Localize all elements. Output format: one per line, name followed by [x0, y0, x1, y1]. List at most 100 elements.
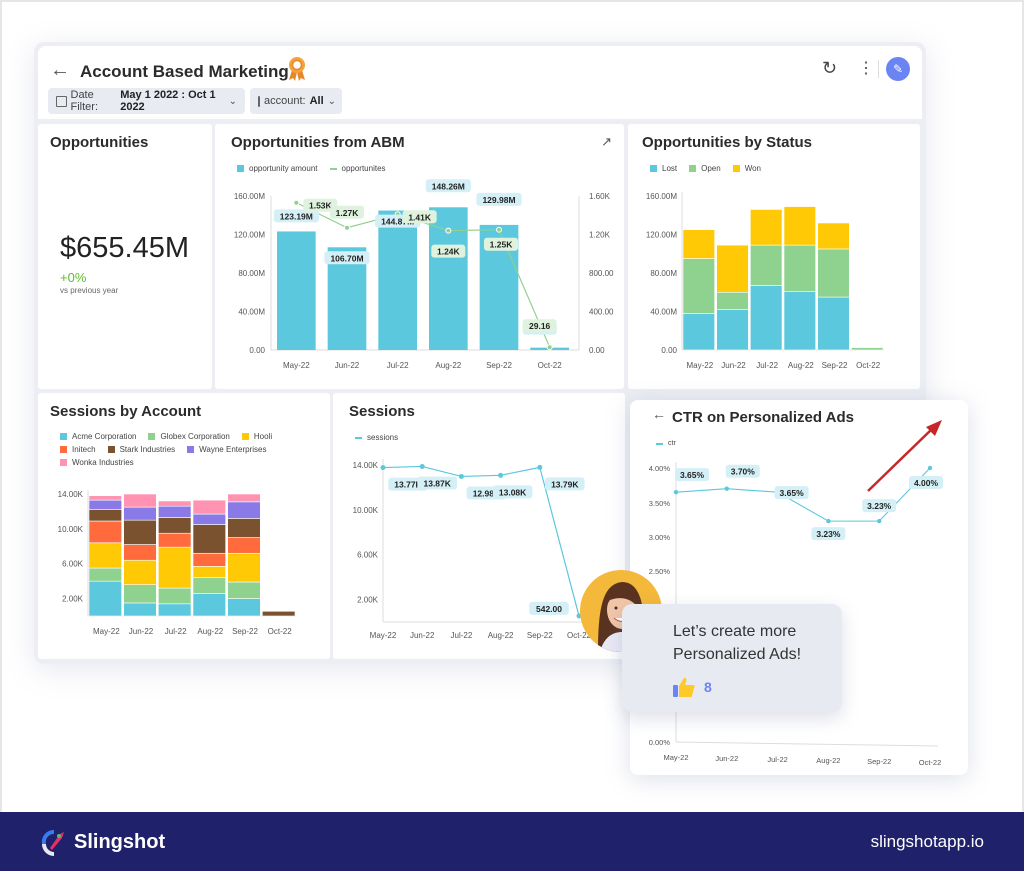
bar-segment: [123, 584, 157, 604]
y-tick-label: 6.00K: [357, 551, 379, 560]
x-tick-label: Sep-22: [867, 757, 891, 766]
y-right-tick-label: 1.60K: [589, 192, 611, 201]
bar-segment: [88, 542, 122, 569]
divider: [878, 60, 879, 78]
bar-segment: [817, 248, 850, 298]
chart-sessions-by-account: 2.00K 6.00K 10.00K 14.00K May-22 Jun-22 Jul-22…: [58, 490, 296, 636]
bar-segment: [682, 313, 715, 351]
bar-segment: [682, 258, 715, 314]
bar-segment: [158, 587, 192, 605]
data-label: 1.53K: [309, 201, 333, 211]
bar-segment: [158, 532, 192, 548]
x-tick-label: May-22: [370, 631, 397, 640]
account-filter-label: account:: [264, 95, 306, 107]
bar-segment: [123, 544, 157, 561]
more-options-icon[interactable]: ⋮: [858, 58, 874, 78]
line-point: [826, 518, 831, 524]
footer: Slingshot slingshotapp.io: [0, 812, 1024, 871]
x-tick-label: Jul-22: [451, 631, 473, 640]
y-tick-label: 4.00%: [649, 464, 671, 473]
bar-segment: [192, 577, 226, 594]
chart-card-opportunities-abm[interactable]: Opportunities from ABM ↗ opportunity amo…: [215, 124, 624, 389]
edit-button[interactable]: ✎: [886, 57, 910, 81]
bar-segment: [192, 593, 226, 617]
data-label: 3.23%: [867, 501, 892, 511]
account-filter-button[interactable]: account: All ⌄: [250, 88, 342, 114]
y-tick-label: 2.50%: [649, 567, 671, 576]
x-tick-label: Jul-22: [756, 361, 778, 370]
refresh-icon[interactable]: ↻: [822, 58, 837, 79]
pencil-icon: ✎: [892, 62, 904, 76]
chart-opportunities-abm: 0.00 40.00M 80.00M 120.00M 160.00M 0.00 400.00…: [234, 179, 614, 370]
comment-bubble[interactable]: Let’s create more Personalized Ads! 8: [622, 604, 842, 712]
line-point: [445, 227, 452, 234]
bar-segment: [123, 602, 157, 617]
chart-card-opportunities-status[interactable]: Opportunities by Status Lost Open Won 0.…: [628, 124, 920, 389]
line-point: [537, 464, 543, 470]
bar-segment: [227, 537, 261, 554]
data-label: 3.23%: [816, 529, 841, 539]
bar-segment: [192, 566, 226, 578]
x-tick-label: Jul-22: [165, 627, 187, 636]
x-tick-label: Sep-22: [232, 627, 258, 636]
kpi-card-opportunities[interactable]: Opportunities $655.45M +0% vs previous y…: [38, 124, 212, 389]
y-tick-label: 0.00: [249, 346, 265, 355]
y-tick-label: 10.00K: [353, 506, 379, 515]
date-filter-value: May 1 2022 : Oct 1 2022: [120, 89, 216, 113]
data-label: 1.41K: [408, 212, 432, 222]
brand-logo[interactable]: Slingshot: [40, 828, 165, 856]
x-tick-label: Aug-22: [488, 631, 514, 640]
like-button[interactable]: 8: [672, 676, 712, 698]
data-label: 13.87K: [423, 478, 451, 488]
line-point: [293, 199, 300, 206]
website-link[interactable]: slingshotapp.io: [871, 832, 984, 852]
bar-segment: [817, 296, 850, 351]
bar-segment: [88, 509, 122, 522]
bar-segment: [817, 222, 850, 250]
bar-segment: [716, 291, 749, 310]
y-right-tick-label: 0.00: [589, 346, 605, 355]
back-arrow-icon[interactable]: ←: [50, 59, 70, 82]
bar-segment: [851, 347, 884, 351]
x-tick-label: Aug-22: [788, 361, 814, 370]
bar-segment: [750, 244, 783, 286]
chart-card-sessions-by-account[interactable]: Sessions by Account Acme Corporation Glo…: [38, 393, 330, 659]
y-tick-label: 0.00%: [649, 738, 671, 747]
date-filter-label: Date Filter:: [70, 89, 99, 113]
bar-segment: [192, 513, 226, 525]
dashboard-header: ← Account Based Marketing Date Filter: M…: [38, 46, 922, 119]
y-tick-label: 0.00: [661, 346, 677, 355]
slingshot-logo-icon: [41, 830, 64, 856]
x-tick-label: Oct-22: [538, 361, 563, 370]
x-tick-label: Aug-22: [435, 361, 461, 370]
bar-segment: [783, 244, 816, 292]
bar-segment: [192, 552, 226, 567]
x-tick-label: Oct-22: [856, 361, 881, 370]
y-tick-label: 14.00K: [353, 461, 379, 470]
y-tick-label: 10.00K: [58, 525, 84, 534]
bar-segment: [158, 517, 192, 534]
page-title: Account Based Marketing: [80, 62, 289, 81]
x-tick-label: Aug-22: [197, 627, 223, 636]
line-point: [673, 489, 679, 495]
x-tick-label: Jun-22: [721, 361, 746, 370]
bar-segment: [88, 567, 122, 582]
bar-segment: [123, 493, 157, 508]
bar-segment: [716, 244, 749, 293]
data-label: 13.79K: [551, 479, 579, 489]
x-tick-label: Jul-22: [387, 361, 409, 370]
bar-segment: [192, 499, 226, 515]
chart-opportunities-status: 0.00 40.00M 80.00M 120.00M 160.00M May-22 Jun-…: [646, 192, 884, 370]
y-tick-label: 40.00M: [650, 308, 677, 317]
line-point: [496, 226, 502, 233]
x-tick-label: May-22: [686, 361, 713, 370]
data-label: 3.65%: [680, 470, 705, 480]
line-point: [498, 472, 504, 478]
kpi-value: $655.45M: [60, 232, 189, 264]
date-filter-button[interactable]: Date Filter: May 1 2022 : Oct 1 2022 ⌄: [48, 88, 245, 114]
bar-segment: [88, 495, 122, 501]
x-tick-label: Oct-22: [919, 758, 942, 767]
bar-segment: [716, 309, 749, 351]
data-label: 1.25K: [490, 240, 514, 250]
account-filter-value: All: [309, 95, 324, 107]
